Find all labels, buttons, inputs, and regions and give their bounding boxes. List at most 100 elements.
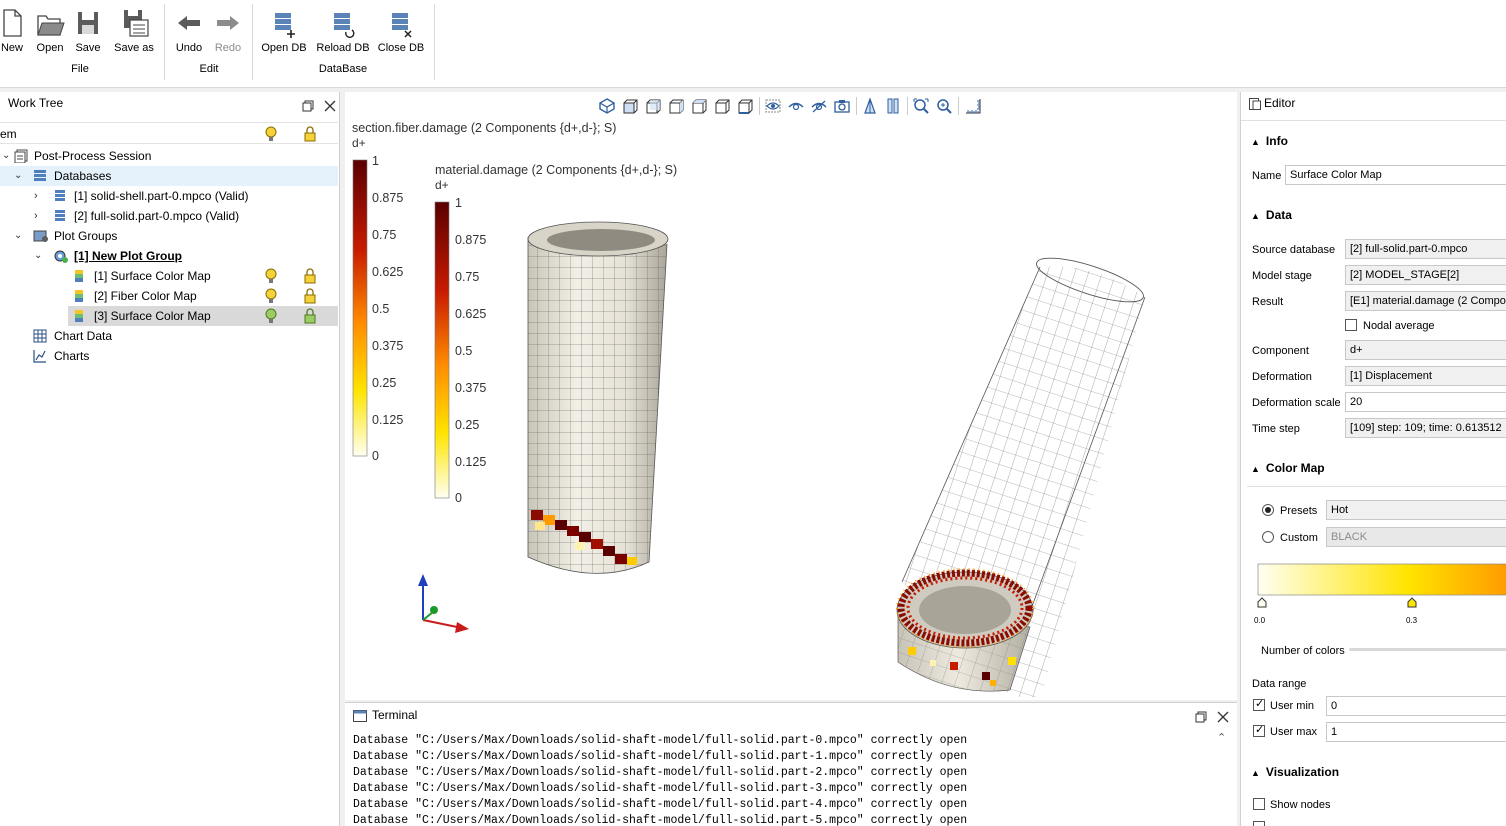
tree-item-database-2[interactable]: › [2] full-solid.part-0.mpco (Valid) bbox=[0, 206, 338, 226]
user-min-input[interactable]: 0 bbox=[1326, 696, 1506, 716]
chevron-down-icon[interactable]: ⌄ bbox=[14, 166, 22, 186]
legend1-tick-label: 0.5 bbox=[372, 302, 390, 316]
solid-cylinder-model[interactable] bbox=[890, 252, 1160, 697]
chevron-down-icon[interactable]: ⌄ bbox=[34, 246, 42, 266]
tree-item-post-process-session[interactable]: ⌄ Post-Process Session bbox=[0, 146, 338, 166]
visibility-bulb-icon[interactable] bbox=[264, 288, 278, 304]
presets-radio[interactable] bbox=[1262, 504, 1274, 516]
tree-item-label: [2] Fiber Color Map bbox=[94, 289, 197, 303]
float-panel-icon[interactable] bbox=[1195, 711, 1207, 723]
show-nodes-checkbox[interactable] bbox=[1253, 798, 1265, 810]
source-database-select[interactable]: [2] full-solid.part-0.mpco bbox=[1345, 239, 1506, 259]
tree-item-label: [1] solid-shell.part-0.mpco (Valid) bbox=[74, 189, 249, 203]
legend1-tick-label: 1 bbox=[372, 154, 379, 168]
info-section-header[interactable]: ▲ Info bbox=[1251, 134, 1288, 148]
database-open-icon bbox=[275, 13, 295, 38]
tree-item-charts[interactable]: Charts bbox=[0, 346, 338, 366]
view-front-icon[interactable] bbox=[622, 98, 638, 114]
data-section-header[interactable]: ▲ Data bbox=[1251, 208, 1292, 222]
chevron-right-icon[interactable]: › bbox=[34, 186, 38, 206]
visualization-section-header[interactable]: ▲ Visualization bbox=[1251, 765, 1339, 779]
lock-icon[interactable] bbox=[303, 288, 317, 304]
color-map-gradient-editor[interactable] bbox=[1257, 562, 1506, 632]
orthographic-icon[interactable] bbox=[885, 98, 901, 114]
custom-color-select[interactable]: BLACK bbox=[1326, 527, 1506, 547]
terminal-scrollbar[interactable]: ⌃ bbox=[1215, 731, 1229, 826]
user-max-input[interactable]: 1 bbox=[1326, 722, 1506, 742]
number-of-colors-slider[interactable] bbox=[1349, 648, 1506, 651]
close-panel-icon[interactable] bbox=[324, 100, 336, 112]
camera-icon[interactable] bbox=[834, 98, 850, 114]
view-right-icon[interactable] bbox=[691, 98, 707, 114]
visibility-bulb-icon[interactable] bbox=[264, 268, 278, 284]
user-max-checkbox[interactable]: ✓ bbox=[1253, 724, 1265, 737]
lock-icon[interactable] bbox=[303, 308, 317, 324]
tree-item-surface-color-map-3[interactable]: [3] Surface Color Map bbox=[68, 306, 338, 326]
model-stage-select[interactable]: [2] MODEL_STAGE[2] bbox=[1345, 265, 1506, 285]
eye-show-icon[interactable] bbox=[765, 98, 781, 114]
perspective-icon[interactable] bbox=[862, 98, 878, 114]
zoom-fit-icon[interactable] bbox=[913, 98, 929, 114]
open-db-button[interactable]: Open DB bbox=[260, 8, 308, 60]
close-panel-icon[interactable] bbox=[1217, 711, 1229, 723]
tree-item-database-1[interactable]: › [1] solid-shell.part-0.mpco (Valid) bbox=[0, 186, 338, 206]
shell-cylinder-model[interactable] bbox=[515, 212, 675, 592]
save-button[interactable]: Save bbox=[74, 8, 102, 60]
redo-button[interactable]: Redo bbox=[210, 8, 246, 60]
chevron-down-icon[interactable]: ⌄ bbox=[2, 146, 10, 166]
legend2-tick-label: 0.875 bbox=[455, 233, 487, 247]
chevron-right-icon[interactable]: › bbox=[34, 206, 38, 226]
tree-item-plot-groups[interactable]: ⌄ Plot Groups bbox=[0, 226, 338, 246]
next-option-checkbox[interactable] bbox=[1253, 821, 1265, 826]
divider bbox=[1241, 120, 1506, 121]
result-select[interactable]: [E1] material.damage (2 Compon bbox=[1345, 291, 1506, 311]
visibility-bulb-icon[interactable] bbox=[264, 308, 278, 324]
view-iso-icon[interactable] bbox=[599, 98, 615, 114]
plot-groups-icon bbox=[33, 230, 48, 242]
deformation-scale-input[interactable]: 20 bbox=[1345, 392, 1506, 412]
view-left-icon[interactable] bbox=[668, 98, 684, 114]
presets-select[interactable]: Hot bbox=[1326, 500, 1506, 520]
reload-db-button[interactable]: Reload DB bbox=[314, 8, 372, 60]
toolbar-separator bbox=[958, 97, 959, 115]
zoom-in-icon[interactable] bbox=[936, 98, 952, 114]
open-button[interactable]: Open bbox=[34, 8, 66, 60]
view-top-icon[interactable] bbox=[714, 98, 730, 114]
nodal-average-checkbox[interactable] bbox=[1345, 319, 1357, 331]
legend2-tick-label: 0.125 bbox=[455, 455, 487, 469]
name-field[interactable]: Surface Color Map bbox=[1285, 165, 1506, 185]
edit-group-label: Edit bbox=[199, 63, 219, 75]
eye-hide-icon[interactable] bbox=[811, 98, 827, 114]
tree-item-chart-data[interactable]: Chart Data bbox=[0, 326, 338, 346]
grid-ruler-icon[interactable] bbox=[965, 98, 981, 114]
tree-item-databases[interactable]: ⌄ Databases bbox=[0, 166, 338, 186]
tree-item-label: Charts bbox=[54, 349, 90, 363]
user-min-checkbox[interactable]: ✓ bbox=[1253, 698, 1265, 711]
deformation-select[interactable]: [1] Displacement bbox=[1345, 366, 1506, 386]
tree-item-surface-color-map-1[interactable]: [1] Surface Color Map bbox=[0, 266, 338, 286]
3d-viewport[interactable]: section.fiber.damage (2 Components {d+,d… bbox=[345, 92, 1237, 700]
undo-button[interactable]: Undo bbox=[172, 8, 206, 60]
gradient-stop-1-label: 0.3 bbox=[1406, 616, 1418, 625]
chevron-down-icon[interactable]: ⌄ bbox=[14, 226, 22, 246]
color-map-section-header[interactable]: ▲ Color Map bbox=[1251, 461, 1325, 475]
view-back-icon[interactable] bbox=[645, 98, 661, 114]
gradient-stop-0-label: 0.0 bbox=[1254, 616, 1266, 625]
lock-icon[interactable] bbox=[303, 268, 317, 284]
legend1-tick-label: 0.375 bbox=[372, 339, 404, 353]
custom-radio[interactable] bbox=[1262, 531, 1274, 543]
scroll-up-icon[interactable]: ⌃ bbox=[1217, 731, 1226, 744]
save-as-button[interactable]: Save as bbox=[112, 8, 156, 60]
component-select[interactable]: d+ bbox=[1345, 340, 1506, 360]
terminal-panel: Terminal Database "C:/Users/Max/Download… bbox=[345, 702, 1237, 826]
tree-item-new-plot-group[interactable]: ⌄ [1] New Plot Group bbox=[0, 246, 338, 266]
new-button[interactable]: New bbox=[0, 8, 24, 60]
work-tree-panel: Work Tree em ⌄ Post-Process Session ⌄ Da… bbox=[0, 92, 340, 826]
float-panel-icon[interactable] bbox=[302, 100, 314, 112]
time-step-select[interactable]: [109] step: 109; time: 0.613512 bbox=[1345, 418, 1506, 438]
terminal-title: Terminal bbox=[372, 708, 418, 722]
eye-icon[interactable] bbox=[788, 98, 804, 114]
view-bottom-icon[interactable] bbox=[737, 98, 753, 114]
tree-item-fiber-color-map[interactable]: [2] Fiber Color Map bbox=[0, 286, 338, 306]
close-db-button[interactable]: Close DB bbox=[377, 8, 425, 60]
